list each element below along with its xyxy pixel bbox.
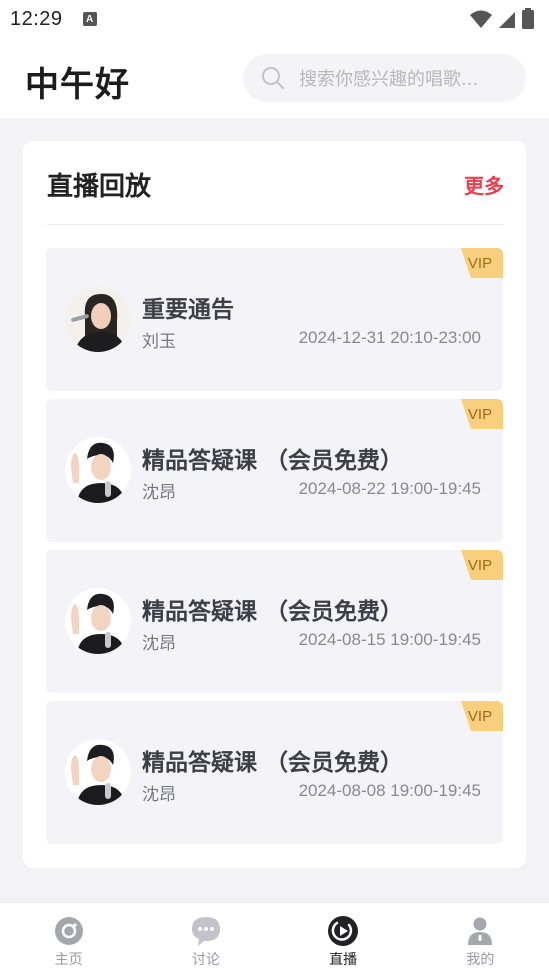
avatar xyxy=(65,286,131,352)
search-icon xyxy=(262,67,284,89)
replay-item[interactable]: VIP 重要通告 刘玉 2024-12-31 20:10-23:00 xyxy=(46,248,503,391)
nav-label: 主页 xyxy=(54,952,83,968)
home-camera-icon xyxy=(53,915,85,947)
section-title: 直播回放 xyxy=(47,172,152,202)
vip-badge: VIP xyxy=(461,550,503,580)
more-link[interactable]: 更多 xyxy=(464,170,504,199)
item-time: 2024-08-22 19:00-19:45 xyxy=(298,479,481,498)
divider xyxy=(47,224,504,225)
signal-icon xyxy=(499,12,515,28)
status-icons xyxy=(469,8,535,30)
replay-item[interactable]: VIP 精品答疑课 （会员免费） 沈昂 2024-08-22 19:00-19:… xyxy=(46,399,503,542)
item-host: 沈昂 xyxy=(142,483,176,503)
notification-a-icon: A xyxy=(82,12,97,26)
item-title: 精品答疑课 （会员免费） xyxy=(142,750,404,776)
vip-badge: VIP xyxy=(461,701,503,731)
live-replay-card: 直播回放 更多 VIP 重要通告 刘玉 2024-12-31 20:10-23:… xyxy=(23,141,526,868)
nav-label: 直播 xyxy=(329,952,358,968)
nav-label: 我的 xyxy=(466,952,495,968)
search-placeholder: 搜索你感兴趣的唱歌... xyxy=(299,69,479,90)
nav-item-home[interactable]: 主页 xyxy=(0,903,137,977)
chat-bubble-icon xyxy=(190,915,222,947)
nav-item-mine[interactable]: 我的 xyxy=(412,903,549,977)
item-time: 2024-08-08 19:00-19:45 xyxy=(298,781,481,800)
bottom-nav: 主页 讨论 直播 我的 xyxy=(0,902,549,977)
vip-badge: VIP xyxy=(461,248,503,278)
replay-item[interactable]: VIP 精品答疑课 （会员免费） 沈昂 2024-08-08 19:00-19:… xyxy=(46,701,503,844)
item-time: 2024-08-15 19:00-19:45 xyxy=(298,630,481,649)
status-bar: 12:29 A xyxy=(0,0,549,38)
item-host: 刘玉 xyxy=(142,332,176,352)
item-title: 精品答疑课 （会员免费） xyxy=(142,599,404,625)
item-time: 2024-12-31 20:10-23:00 xyxy=(298,328,481,347)
battery-icon xyxy=(522,8,534,29)
header: 中午好 搜索你感兴趣的唱歌... xyxy=(0,38,549,118)
nav-item-discuss[interactable]: 讨论 xyxy=(137,903,274,977)
profile-icon xyxy=(464,915,496,947)
greeting-title: 中午好 xyxy=(25,65,130,105)
item-host: 沈昂 xyxy=(142,634,176,654)
live-play-icon xyxy=(327,915,359,947)
item-title: 精品答疑课 （会员免费） xyxy=(142,448,404,474)
nav-item-live[interactable]: 直播 xyxy=(275,903,412,977)
item-title: 重要通告 xyxy=(142,297,234,323)
vip-badge: VIP xyxy=(461,399,503,429)
avatar xyxy=(65,739,131,805)
nav-label: 讨论 xyxy=(191,952,220,968)
wifi-icon xyxy=(470,10,492,28)
replay-item[interactable]: VIP 精品答疑课 （会员免费） 沈昂 2024-08-15 19:00-19:… xyxy=(46,550,503,693)
avatar xyxy=(65,588,131,654)
status-time: 12:29 xyxy=(10,7,63,30)
search-input[interactable]: 搜索你感兴趣的唱歌... xyxy=(243,54,526,102)
item-host: 沈昂 xyxy=(142,785,176,805)
avatar xyxy=(65,437,131,503)
